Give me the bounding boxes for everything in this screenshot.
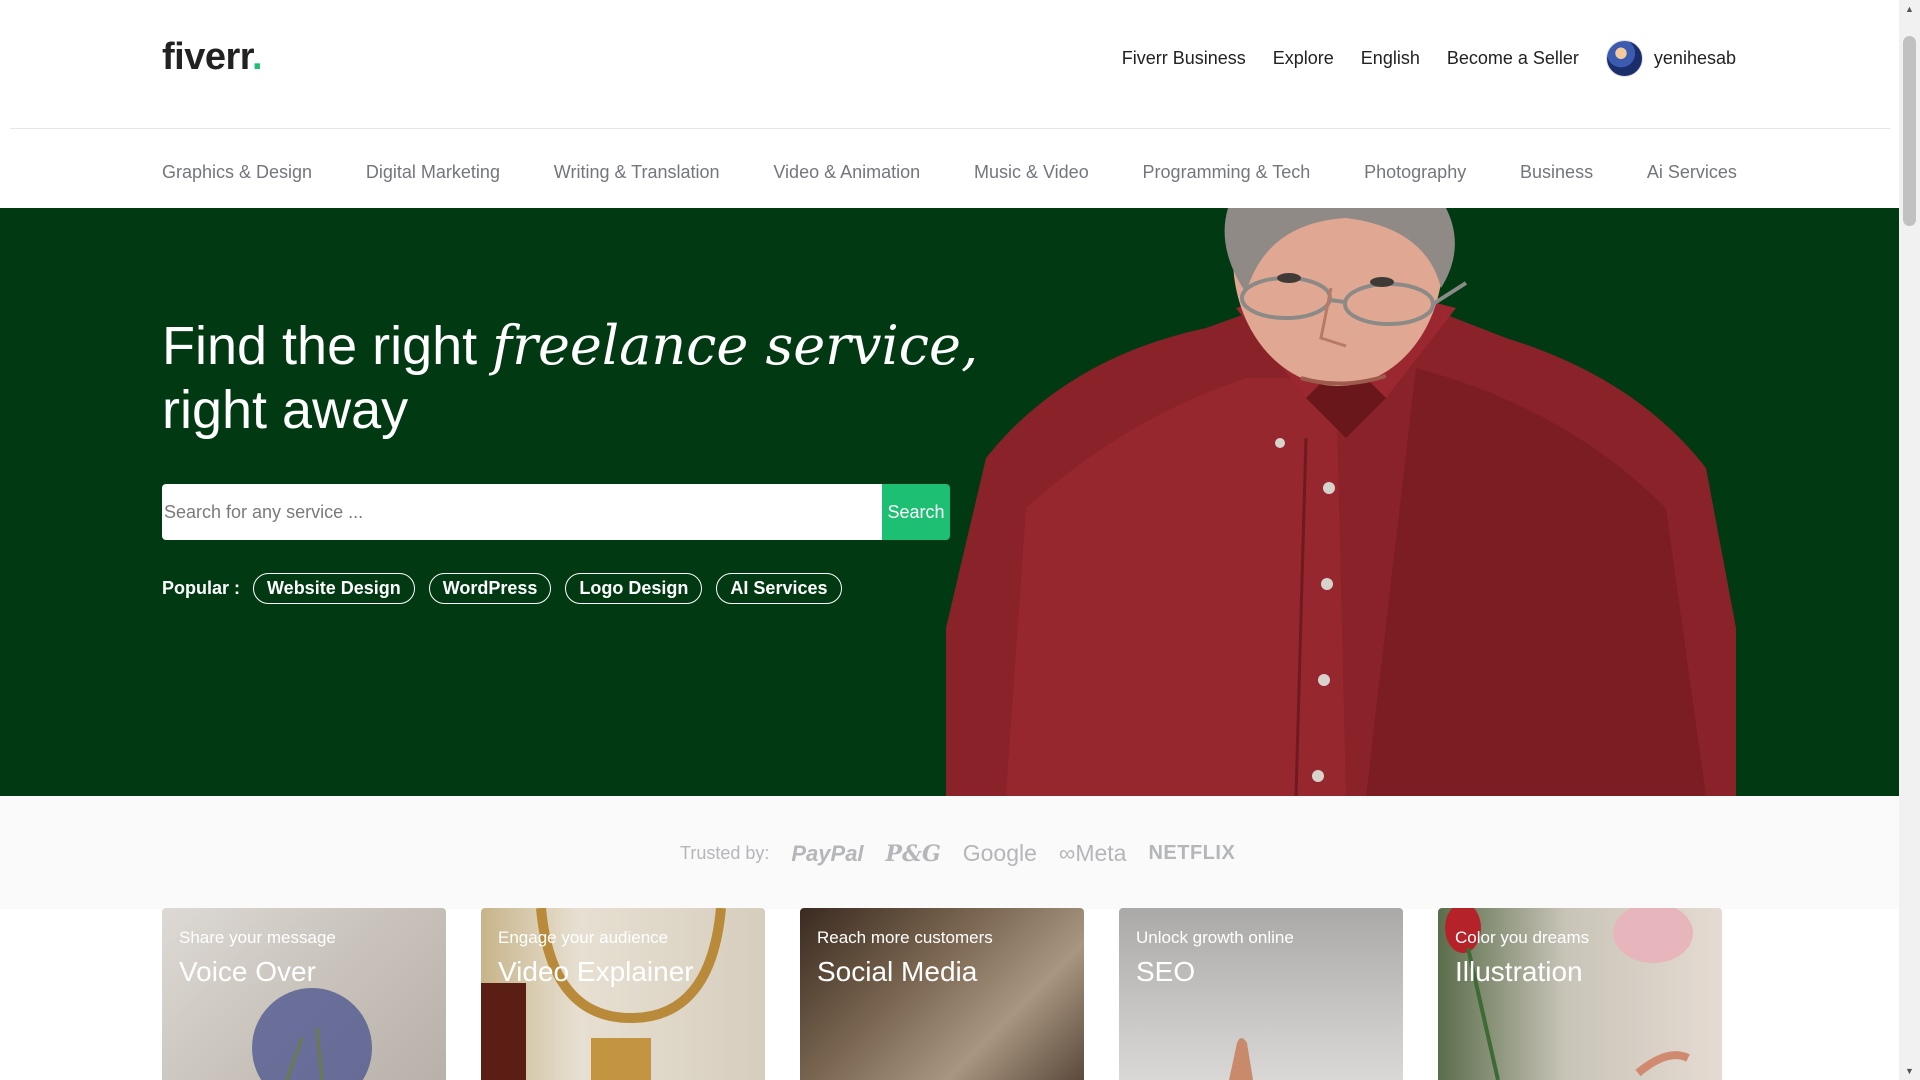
category-digital-marketing[interactable]: Digital Marketing: [366, 162, 500, 183]
nav-become-seller[interactable]: Become a Seller: [1447, 48, 1579, 69]
page-scrollbar[interactable]: ▲ ▼: [1899, 0, 1920, 1080]
hero-title: Find the right freelance service, right a…: [162, 314, 978, 442]
paypal-logo: PayPal: [791, 840, 864, 866]
search-input[interactable]: [162, 484, 882, 540]
top-nav: Fiverr Business Explore English Become a…: [1122, 40, 1736, 77]
scroll-thumb[interactable]: [1903, 36, 1916, 226]
card-voice-over[interactable]: Share your message Voice Over: [162, 908, 446, 1080]
hero-title-italic: freelance service,: [492, 314, 979, 377]
search-button[interactable]: Search: [882, 484, 950, 540]
tag-logo-design[interactable]: Logo Design: [565, 573, 703, 604]
card-subtitle: Reach more customers: [817, 928, 993, 947]
card-title: Social Media: [817, 956, 978, 987]
nav-language[interactable]: English: [1361, 48, 1420, 69]
category-programming-tech[interactable]: Programming & Tech: [1143, 162, 1311, 183]
card-subtitle: Engage your audience: [498, 928, 669, 947]
category-video-animation[interactable]: Video & Animation: [773, 162, 920, 183]
popular-label: Popular :: [162, 578, 241, 598]
avatar[interactable]: [1605, 40, 1643, 77]
card-subtitle: Color you dreams: [1455, 928, 1590, 947]
trusted-by-label: Trusted by:: [680, 843, 770, 863]
hero-title-part1: Find the right: [162, 316, 493, 376]
user-menu[interactable]: yenihesab: [1605, 40, 1736, 77]
category-photography[interactable]: Photography: [1364, 162, 1466, 183]
nav-explore[interactable]: Explore: [1273, 48, 1334, 69]
hero-title-part2: right away: [162, 380, 409, 440]
fiverr-logo[interactable]: fiverr.: [162, 36, 263, 79]
popular-tags: Popular : Website Design WordPress Logo …: [162, 573, 842, 604]
card-social-media[interactable]: Reach more customers Social Media: [800, 908, 1084, 1080]
card-illustration[interactable]: Color you dreams Illustration: [1438, 908, 1722, 1080]
tag-wordpress[interactable]: WordPress: [428, 573, 552, 604]
netflix-logo: NETFLIX: [1148, 842, 1236, 864]
category-writing-translation[interactable]: Writing & Translation: [554, 162, 720, 183]
header-divider: [10, 128, 1890, 129]
category-ai-services[interactable]: Ai Services: [1647, 162, 1737, 183]
logo-dot: .: [251, 36, 263, 78]
trusted-by-section: Trusted by: PayPal P&G Google ∞Meta NETF…: [0, 796, 1899, 909]
card-subtitle: Share your message: [179, 928, 336, 947]
card-title: Illustration: [1455, 956, 1583, 987]
search-bar: Search: [162, 484, 950, 540]
logo-text: fiverr: [162, 36, 252, 78]
tag-ai-services[interactable]: AI Services: [716, 573, 842, 604]
category-bar: Graphics & Design Digital Marketing Writ…: [162, 162, 1737, 183]
card-title: Video Explainer: [498, 956, 694, 987]
category-music-video[interactable]: Music & Video: [974, 162, 1089, 183]
google-logo: Google: [962, 840, 1037, 866]
meta-logo: ∞Meta: [1058, 840, 1127, 866]
category-graphics-design[interactable]: Graphics & Design: [162, 162, 312, 183]
card-subtitle: Unlock growth online: [1136, 928, 1294, 947]
username[interactable]: yenihesab: [1654, 48, 1736, 69]
hero-banner: Find the right freelance service, right a…: [0, 208, 1899, 796]
card-seo[interactable]: Unlock growth online SEO: [1119, 908, 1403, 1080]
scroll-up-icon[interactable]: ▲: [1899, 0, 1920, 18]
pg-logo: P&G: [885, 840, 941, 867]
category-business[interactable]: Business: [1520, 162, 1593, 183]
header: fiverr. Fiverr Business Explore English …: [0, 0, 1899, 128]
nav-fiverr-business[interactable]: Fiverr Business: [1122, 48, 1246, 69]
page: fiverr. Fiverr Business Explore English …: [0, 0, 1899, 1080]
trusted-by-row: Trusted by: PayPal P&G Google ∞Meta NETF…: [680, 840, 1235, 867]
card-video-explainer[interactable]: Engage your audience Video Explainer: [481, 908, 765, 1080]
card-title: Voice Over: [179, 956, 316, 987]
card-title: SEO: [1136, 956, 1196, 987]
hero-person-image: [946, 208, 1736, 796]
service-cards: Share your message Voice Over Engage you…: [162, 908, 1722, 1080]
tag-website-design[interactable]: Website Design: [253, 573, 415, 604]
scroll-down-icon[interactable]: ▼: [1899, 1062, 1920, 1080]
